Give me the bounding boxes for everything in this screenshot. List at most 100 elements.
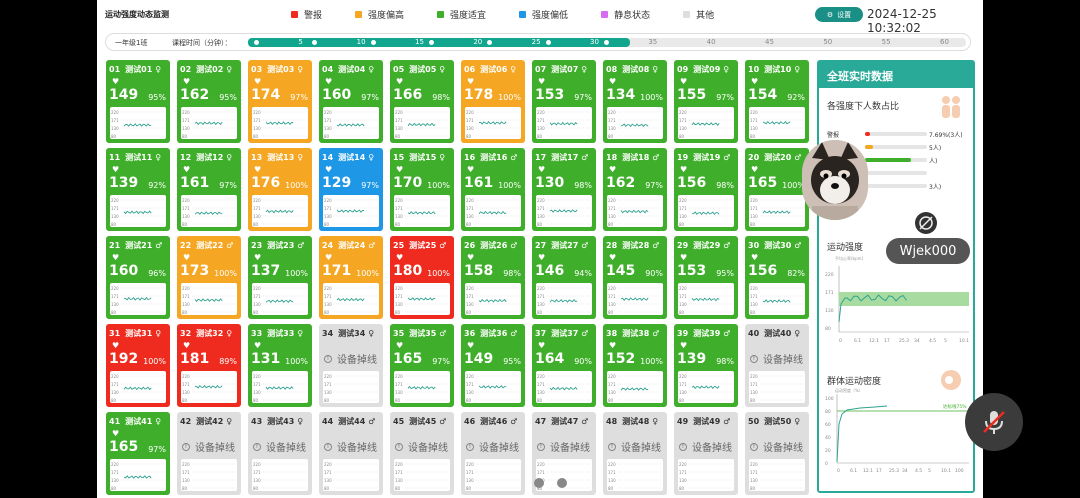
- student-card[interactable]: 30 测试30 ♂ ♥ 156 82% 220 171 130 80: [745, 236, 809, 319]
- timeline-knob[interactable]: [427, 38, 436, 47]
- timeline-tick-label: 60: [940, 38, 949, 46]
- student-card[interactable]: 15 测试15 ♀ ♥ 170 100% 220 171 130 80: [390, 148, 454, 231]
- student-card[interactable]: 20 测试20 ♂ ♥ 165 100% 220 171 130 80: [745, 148, 809, 231]
- student-card[interactable]: 46 测试46 ♂! 设备掉线 220 171 130 80: [461, 412, 525, 495]
- heart-rate-value: 156: [677, 175, 707, 191]
- student-card[interactable]: 32 测试32 ♀ ♥ 181 89% 220 171 130 80: [177, 324, 241, 407]
- student-card[interactable]: 21 测试21 ♂ ♥ 160 96% 220 171 130 80: [106, 236, 170, 319]
- student-card[interactable]: 25 测试25 ♂ ♥ 180 100% 220 171 130 80: [390, 236, 454, 319]
- heart-icon: ♥: [112, 341, 120, 350]
- student-card[interactable]: 09 测试09 ♀ ♥ 155 97% 220 171 130 80: [674, 60, 738, 143]
- offline-status: ! 设备掉线: [608, 439, 661, 454]
- male-icon: ♂: [439, 328, 447, 338]
- legend-swatch: [291, 11, 298, 18]
- heart-rate-mini-chart: 220 171 130 80: [678, 371, 734, 403]
- student-card[interactable]: 14 测试14 ♀ ♥ 129 97% 220 171 130 80: [319, 148, 383, 231]
- page-dot[interactable]: [534, 478, 544, 488]
- student-card[interactable]: 06 测试06 ♀ ♥ 178 100% 220 171 130 80: [461, 60, 525, 143]
- student-card[interactable]: 26 测试26 ♂ ♥ 158 98% 220 171 130 80: [461, 236, 525, 319]
- student-name: 测试07: [551, 64, 579, 74]
- student-card[interactable]: 40 测试40 ♀! 设备掉线 220 171 130 80: [745, 324, 809, 407]
- student-card[interactable]: 29 测试29 ♂ ♥ 153 95% 220 171 130 80: [674, 236, 738, 319]
- settings-button[interactable]: ⚙ 设置: [815, 7, 863, 22]
- student-card[interactable]: 02 测试02 ♀ ♥ 162 95% 220 171 130 80: [177, 60, 241, 143]
- student-card[interactable]: 39 测试39 ♂ ♥ 139 98% 220 171 130 80: [674, 324, 738, 407]
- timeline-track[interactable]: 5 10 15 20 25 30 35 40 45 50 55 60: [248, 38, 966, 47]
- card-header: 37 测试37 ♂: [535, 327, 593, 339]
- student-card[interactable]: 08 测试08 ♀ ♥ 134 100% 220 171 130 80: [603, 60, 667, 143]
- student-card[interactable]: 28 测试28 ♂ ♥ 145 90% 220 171 130 80: [603, 236, 667, 319]
- page-dot[interactable]: [557, 478, 567, 488]
- intensity-percent: 94%: [574, 269, 592, 278]
- student-card[interactable]: 24 测试24 ♂ ♥ 171 100% 220 171 130 80: [319, 236, 383, 319]
- heart-rate-line: [762, 120, 791, 125]
- mini-axis-tick: 130: [679, 126, 687, 131]
- mute-microphone-button[interactable]: [965, 393, 1023, 451]
- student-card[interactable]: 49 测试49 ♂! 设备掉线 220 171 130 80: [674, 412, 738, 495]
- student-card[interactable]: 44 测试44 ♂! 设备掉线 220 171 130 80: [319, 412, 383, 495]
- student-card[interactable]: 31 测试31 ♀ ♥ 192 100% 220 171 130 80: [106, 324, 170, 407]
- student-card[interactable]: 33 测试33 ♀ ♥ 131 100% 220 171 130 80: [248, 324, 312, 407]
- student-card[interactable]: 01 测试01 ♀ ♥ 149 95% 220 171 130 80: [106, 60, 170, 143]
- student-card[interactable]: 04 测试04 ♀ ♥ 160 97% 220 171 130 80: [319, 60, 383, 143]
- intensity-percent: 96%: [148, 269, 166, 278]
- timeline-knob[interactable]: [602, 38, 611, 47]
- student-card[interactable]: 12 测试12 ♀ ♥ 161 97% 220 171 130 80: [177, 148, 241, 231]
- card-header: 48 测试48 ♀: [606, 415, 664, 427]
- student-card[interactable]: 35 测试35 ♂ ♥ 165 97% 220 171 130 80: [390, 324, 454, 407]
- mini-axis-tick: 171: [750, 294, 758, 299]
- student-card[interactable]: 42 测试42 ♀! 设备掉线 220 171 130 80: [177, 412, 241, 495]
- student-card[interactable]: 27 测试27 ♂ ♥ 146 94% 220 171 130 80: [532, 236, 596, 319]
- heart-icon: ♥: [609, 165, 617, 174]
- student-card[interactable]: 23 测试23 ♂ ♥ 137 100% 220 171 130 80: [248, 236, 312, 319]
- heart-rate-mini-chart: 220 171 130 80: [678, 107, 734, 139]
- student-card[interactable]: 22 测试22 ♂ ♥ 173 100% 220 171 130 80: [177, 236, 241, 319]
- student-card[interactable]: 34 测试34 ♀! 设备掉线 220 171 130 80: [319, 324, 383, 407]
- legend-label: 强度适宜: [450, 11, 487, 21]
- student-card[interactable]: 13 测试13 ♀ ♥ 176 100% 220 171 130 80: [248, 148, 312, 231]
- female-icon: ♀: [794, 416, 801, 426]
- heart-rate-value: 170: [393, 175, 423, 191]
- student-card[interactable]: 38 测试38 ♂ ♥ 152 100% 220 171 130 80: [603, 324, 667, 407]
- mini-axis-tick: 220: [679, 110, 687, 115]
- student-card[interactable]: 50 测试50 ♀! 设备掉线 220 171 130 80: [745, 412, 809, 495]
- page-indicator[interactable]: [534, 478, 567, 488]
- intensity-x-tick: 5: [944, 338, 947, 344]
- heart-rate-mini-chart: 220 171 130 80: [110, 107, 166, 139]
- student-name: 测试33: [267, 328, 295, 338]
- student-card[interactable]: 18 测试18 ♂ ♥ 162 97% 220 171 130 80: [603, 148, 667, 231]
- student-name: 测试17: [551, 152, 579, 162]
- student-number: 34: [322, 328, 334, 338]
- student-card[interactable]: 11 测试11 ♀ ♥ 139 92% 220 171 130 80: [106, 148, 170, 231]
- video-avatar[interactable]: [802, 140, 868, 220]
- heart-rate-value: 152: [606, 351, 636, 367]
- student-card[interactable]: 03 测试03 ♀ ♥ 174 97% 220 171 130 80: [248, 60, 312, 143]
- density-y-tick: 80: [825, 409, 831, 415]
- student-card[interactable]: 19 测试19 ♂ ♥ 156 98% 220 171 130 80: [674, 148, 738, 231]
- heart-rate-mini-chart: 220 171 130 80: [323, 107, 379, 139]
- student-card[interactable]: 05 测试05 ♀ ♥ 166 98% 220 171 130 80: [390, 60, 454, 143]
- mini-axis-tick: 80: [608, 310, 614, 315]
- student-card[interactable]: 07 测试07 ♀ ♥ 153 97% 220 171 130 80: [532, 60, 596, 143]
- student-card[interactable]: 37 测试37 ♂ ♥ 164 90% 220 171 130 80: [532, 324, 596, 407]
- camera-off-button[interactable]: [915, 212, 937, 234]
- student-card[interactable]: 16 测试16 ♂ ♥ 161 100% 220 171 130 80: [461, 148, 525, 231]
- timeline-knob[interactable]: [252, 38, 261, 47]
- student-card[interactable]: 41 测试41 ♀ ♥ 165 97% 220 171 130 80: [106, 412, 170, 495]
- intensity-percent: 97%: [290, 93, 308, 102]
- student-number: 25: [393, 240, 405, 250]
- student-card[interactable]: 10 测试10 ♀ ♥ 154 92% 220 171 130 80: [745, 60, 809, 143]
- timeline-knob[interactable]: [543, 38, 553, 47]
- mini-axis-tick: 130: [111, 390, 119, 395]
- offline-icon: !: [324, 442, 332, 451]
- timeline-knob[interactable]: [368, 38, 378, 47]
- student-card[interactable]: 17 测试17 ♂ ♥ 130 98% 220 171 130 80: [532, 148, 596, 231]
- student-card[interactable]: 43 测试43 ♀! 设备掉线 220 171 130 80: [248, 412, 312, 495]
- student-card[interactable]: 48 测试48 ♀! 设备掉线 220 171 130 80: [603, 412, 667, 495]
- offline-status: ! 设备掉线: [324, 439, 377, 454]
- student-card[interactable]: 45 测试45 ♂! 设备掉线 220 171 130 80: [390, 412, 454, 495]
- mini-axis-tick: 80: [253, 486, 259, 491]
- student-card[interactable]: 36 测试36 ♂ ♥ 149 95% 220 171 130 80: [461, 324, 525, 407]
- heart-rate-line: [123, 296, 152, 301]
- settings-label: 设置: [837, 10, 852, 19]
